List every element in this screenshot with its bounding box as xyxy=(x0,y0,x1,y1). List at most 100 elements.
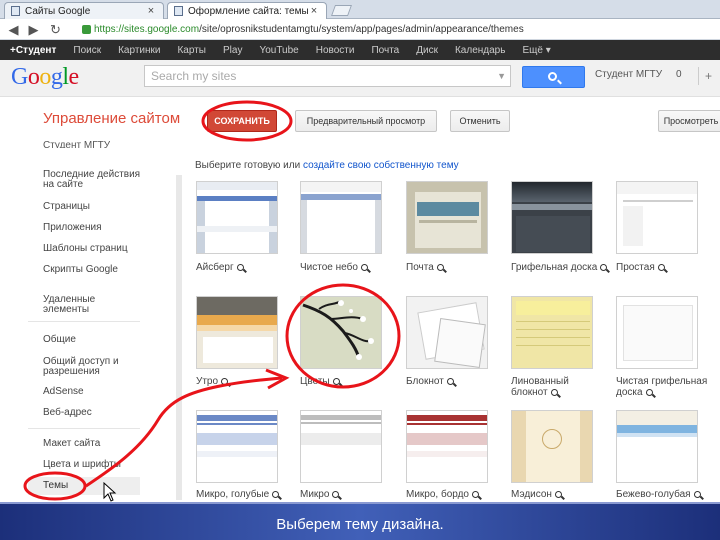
theme-preview-clean-chalkboard[interactable] xyxy=(616,296,698,369)
theme-preview-beige-blue[interactable] xyxy=(616,410,698,483)
url-field[interactable]: https://sites.google.com/site/oprosnikst… xyxy=(82,21,720,38)
sidebar-item-pages[interactable]: Страницы xyxy=(43,202,143,212)
sidebar-item-colors-fonts[interactable]: Цвета и шрифты xyxy=(43,460,143,470)
theme-preview-micro[interactable] xyxy=(300,410,382,483)
sidebar-item-site-layout[interactable]: Макет сайта xyxy=(43,439,143,449)
sidebar-item-general[interactable]: Общие xyxy=(43,335,143,345)
scrollbar[interactable] xyxy=(176,175,182,500)
theme-preview-mail[interactable] xyxy=(406,181,488,254)
theme-label[interactable]: Линованный блокнот xyxy=(511,376,607,398)
theme-preview-micro-bordeaux[interactable] xyxy=(406,410,488,483)
theme-label[interactable]: Микро xyxy=(300,489,404,500)
notification-count[interactable]: 0 xyxy=(676,69,682,80)
theme-label[interactable]: Айсберг xyxy=(196,262,300,273)
sidebar-item-web-address[interactable]: Веб-адрес xyxy=(43,408,143,418)
gbar-link[interactable]: Календарь xyxy=(455,45,505,56)
theme-label[interactable]: Бежево-голубая xyxy=(616,489,720,500)
gbar-link[interactable]: Новости xyxy=(316,45,355,56)
gbar-link[interactable]: Play xyxy=(223,45,242,56)
theme-label[interactable]: Чистое небо xyxy=(300,262,404,273)
view-button[interactable]: Просмотреть xyxy=(658,110,720,132)
zoom-icon[interactable] xyxy=(645,389,653,396)
theme-preview-iceberg[interactable] xyxy=(196,181,278,254)
gbar-link[interactable]: YouTube xyxy=(259,45,298,56)
mouse-cursor-icon xyxy=(103,482,117,502)
theme-label[interactable]: Простая xyxy=(616,262,720,273)
gbar-link[interactable]: Поиск xyxy=(73,45,101,56)
new-tab-button[interactable] xyxy=(330,5,353,16)
theme-label[interactable]: Мэдисон xyxy=(511,489,615,500)
url-text: https://sites.google.com/site/oprosnikst… xyxy=(94,24,524,35)
zoom-icon[interactable] xyxy=(550,389,558,396)
zoom-icon[interactable] xyxy=(272,491,280,498)
zoom-icon[interactable] xyxy=(360,264,368,271)
forward-icon[interactable]: ▶ xyxy=(26,22,41,37)
logo-letter: o xyxy=(39,64,51,90)
theme-preview-simple[interactable] xyxy=(616,181,698,254)
google-bar: +Студент Поиск Картинки Карты Play YouTube Нов… xyxy=(0,40,720,60)
zoom-icon[interactable] xyxy=(221,378,229,385)
zoom-icon[interactable] xyxy=(236,264,244,271)
google-logo[interactable]: Google xyxy=(11,64,79,91)
close-icon[interactable]: × xyxy=(308,5,320,17)
admin-sidebar: Студент МГТУ Последние действия на сайте… xyxy=(0,138,145,500)
theme-label[interactable]: Утро xyxy=(196,376,300,387)
preview-button[interactable]: Предварительный просмотр xyxy=(295,110,437,132)
sidebar-item-deleted-items[interactable]: Удаленные элементы xyxy=(43,295,143,315)
theme-preview-clear-sky[interactable] xyxy=(300,181,382,254)
theme-label[interactable]: Грифельная доска xyxy=(511,262,615,273)
create-theme-link[interactable]: создайте свою собственную тему xyxy=(303,160,459,171)
zoom-icon[interactable] xyxy=(554,491,562,498)
theme-label[interactable]: Блокнот xyxy=(406,376,510,387)
theme-preview-morning[interactable] xyxy=(196,296,278,369)
gbar-link[interactable]: +Студент xyxy=(10,45,56,56)
zoom-icon[interactable] xyxy=(446,378,454,385)
sidebar-item-adsense[interactable]: AdSense xyxy=(43,387,143,397)
sidebar-item-sharing[interactable]: Общий доступ и разрешения xyxy=(43,357,143,377)
gbar-link[interactable]: Диск xyxy=(416,45,438,56)
user-name[interactable]: Студент МГТУ xyxy=(595,69,662,80)
cancel-button[interactable]: Отменить xyxy=(450,110,510,132)
zoom-icon[interactable] xyxy=(693,491,701,498)
theme-preview-madison[interactable] xyxy=(511,410,593,483)
gbar-link[interactable]: Почта xyxy=(371,45,399,56)
search-icon xyxy=(548,72,557,81)
gbar-link[interactable]: Ещё ▾ xyxy=(522,45,550,56)
theme-label[interactable]: Микро, голубые xyxy=(196,489,300,500)
sidebar-item-page-templates[interactable]: Шаблоны страниц xyxy=(43,244,143,254)
zoom-icon[interactable] xyxy=(332,378,340,385)
logo-letter: G xyxy=(11,64,28,90)
save-button[interactable]: СОХРАНИТЬ xyxy=(207,110,277,132)
theme-preview-notebook[interactable] xyxy=(406,296,488,369)
sidebar-item-themes[interactable]: Темы xyxy=(28,477,140,495)
theme-label[interactable]: Цветы xyxy=(300,376,404,387)
reload-icon[interactable]: ↻ xyxy=(48,22,63,37)
theme-preview-flowers[interactable] xyxy=(300,296,382,369)
sidebar-item-google-scripts[interactable]: Скрипты Google xyxy=(43,265,143,275)
zoom-icon[interactable] xyxy=(436,264,444,271)
theme-label[interactable]: Почта xyxy=(406,262,510,273)
sidebar-item-apps[interactable]: Приложения xyxy=(43,223,143,233)
browser-tab-sites[interactable]: Сайты Google × xyxy=(4,2,164,19)
back-icon[interactable]: ◀ xyxy=(6,22,21,37)
theme-label[interactable]: Чистая грифельная доска xyxy=(616,376,716,398)
theme-label[interactable]: Микро, бордо xyxy=(406,489,510,500)
search-input[interactable]: Search my sites ▼ xyxy=(144,65,511,87)
chevron-down-icon[interactable]: ▼ xyxy=(497,71,506,81)
browser-tab-themes[interactable]: Оформление сайта: темы × xyxy=(167,2,327,19)
share-icon[interactable]: + xyxy=(698,67,718,85)
close-icon[interactable]: × xyxy=(145,5,157,17)
theme-preview-chalkboard[interactable] xyxy=(511,181,593,254)
gbar-link[interactable]: Карты xyxy=(177,45,206,56)
theme-instructions: Выберите готовую или создайте свою собст… xyxy=(195,160,459,171)
zoom-icon[interactable] xyxy=(332,491,340,498)
zoom-icon[interactable] xyxy=(657,264,665,271)
sidebar-item-recent-activity[interactable]: Последние действия на сайте xyxy=(43,170,143,190)
search-button[interactable] xyxy=(522,66,585,88)
zoom-icon[interactable] xyxy=(600,264,608,271)
theme-preview-lined-notebook[interactable] xyxy=(511,296,593,369)
lock-icon xyxy=(82,25,91,34)
zoom-icon[interactable] xyxy=(472,491,479,498)
theme-preview-micro-blue[interactable] xyxy=(196,410,278,483)
gbar-link[interactable]: Картинки xyxy=(118,45,160,56)
